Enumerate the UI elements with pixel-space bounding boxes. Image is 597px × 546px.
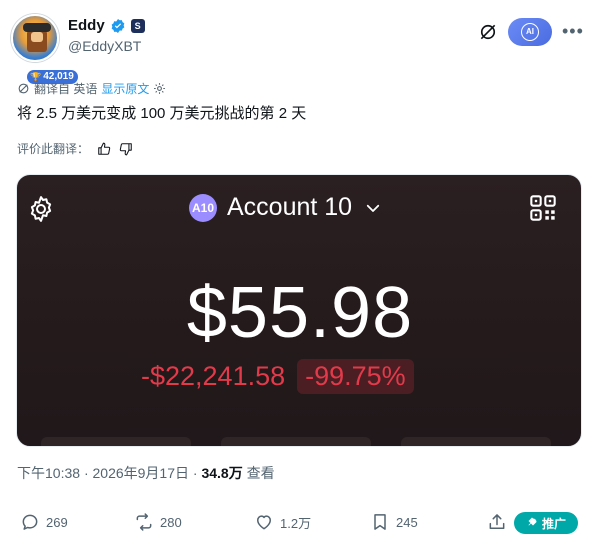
- heart-icon: [257, 515, 271, 530]
- rate-translation-label: 评价此翻译：: [17, 142, 90, 156]
- tweet-media-image[interactable]: A10 Account 10 $55.98 -$22,241.58 -99.75…: [16, 174, 582, 447]
- chevron-down-icon: [366, 204, 380, 212]
- bookmark-button[interactable]: 245: [370, 512, 418, 532]
- avatar[interactable]: 🏆 42,019: [11, 14, 78, 84]
- thumbs-down-icon[interactable]: [119, 142, 133, 156]
- affiliate-badge[interactable]: S: [130, 18, 145, 33]
- more-horizontal-icon[interactable]: •••: [562, 22, 584, 40]
- settings-gear-icon: [30, 196, 52, 222]
- views-count[interactable]: 34.8万: [201, 465, 242, 481]
- account-balance: $55.98: [186, 273, 414, 353]
- tweet-text: 将 2.5 万美元变成 100 万美元挑战的第 2 天: [17, 105, 307, 122]
- author-name-line: Eddy S: [68, 17, 145, 34]
- promote-label: 推广: [541, 516, 566, 531]
- repost-button[interactable]: 280: [134, 512, 182, 532]
- tweet-actions: 269 280 1.2万 245 推广: [0, 508, 597, 538]
- reply-button[interactable]: 269: [20, 512, 68, 532]
- tweet-header: 🏆 42,019 Eddy S @EddyXBT AI •••: [0, 0, 597, 84]
- account-name: Account 10: [227, 193, 353, 221]
- qr-code-icon: [530, 195, 556, 221]
- rocket-icon: [528, 517, 537, 526]
- share-icon[interactable]: [487, 512, 507, 532]
- tweet-date[interactable]: 2026年9月17日: [93, 465, 190, 481]
- pnl-row: -$22,241.58 -99.75%: [141, 359, 414, 394]
- like-button[interactable]: 1.2万: [254, 512, 311, 532]
- reply-icon: [22, 514, 38, 530]
- tweet-time[interactable]: 下午10:38: [17, 465, 80, 481]
- meta-separator: ·: [192, 465, 198, 481]
- grok-slash-icon[interactable]: [478, 22, 498, 42]
- author-display-name[interactable]: Eddy: [68, 17, 105, 34]
- meta-separator: ·: [83, 465, 89, 481]
- views-label: 查看: [246, 465, 275, 481]
- show-original-link[interactable]: 显示原文: [101, 80, 149, 97]
- repost-icon: [136, 513, 152, 531]
- bookmark-icon: [374, 514, 386, 530]
- tweet-meta: 下午10:38 · 2026年9月17日 · 34.8万 查看: [17, 463, 275, 483]
- ai-icon: AI: [521, 23, 539, 41]
- translation-bar: 翻译自 英语 显示原文: [17, 80, 166, 97]
- avatar-image[interactable]: [11, 14, 59, 62]
- ai-button[interactable]: AI: [508, 18, 552, 46]
- account-badge: A10: [189, 193, 217, 222]
- account-selector: A10 Account 10: [189, 193, 382, 222]
- like-count: 1.2万: [280, 515, 312, 531]
- pnl-percent: -99.75%: [297, 359, 414, 394]
- bookmark-count: 245: [396, 514, 418, 530]
- bottom-cards-edge: [17, 437, 581, 446]
- reply-count: 269: [46, 514, 68, 530]
- translate-icon: [18, 83, 29, 94]
- rate-translation: 评价此翻译：: [17, 140, 133, 157]
- translated-from-label: 翻译自 英语: [34, 82, 98, 96]
- pnl-amount: -$22,241.58: [141, 361, 286, 391]
- author-handle[interactable]: @EddyXBT: [68, 38, 141, 54]
- repost-count: 280: [160, 514, 182, 530]
- gear-icon[interactable]: [153, 82, 166, 95]
- verified-badge-icon: [111, 18, 125, 33]
- promote-button[interactable]: 推广: [514, 512, 578, 534]
- thumbs-up-icon[interactable]: [97, 142, 111, 156]
